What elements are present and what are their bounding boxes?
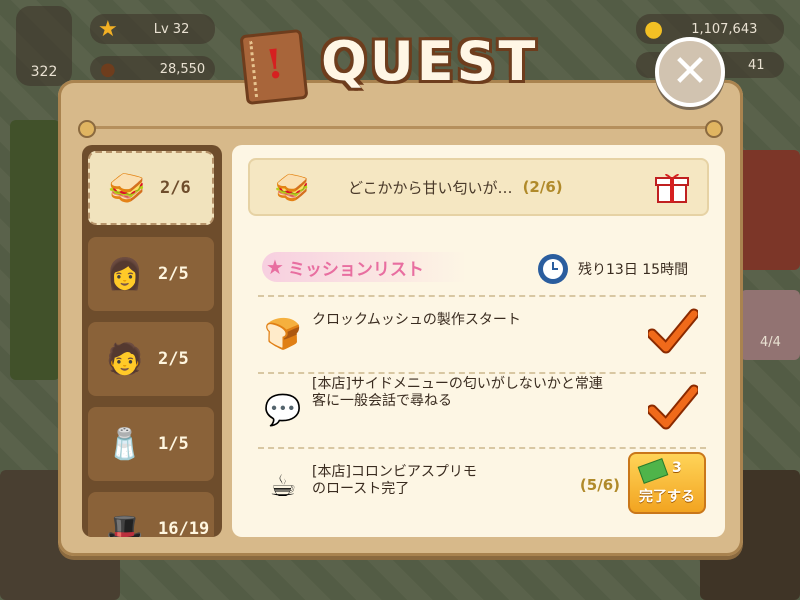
money-count: 1,107,643 xyxy=(691,21,758,37)
mission-item: ☕ [本店]コロンビアスプリモのロースト完了 (5/6) 3 完了する xyxy=(258,450,706,522)
close-icon: ✕ xyxy=(671,46,709,97)
timer-text: 残り13日 15時間 xyxy=(578,262,689,278)
coin-icon: ● xyxy=(644,16,664,42)
star-icon: ★ xyxy=(266,255,284,279)
star-icon: ★ xyxy=(98,16,118,42)
coin-count: 28,550 xyxy=(159,61,206,77)
mission-text: [本店]コロンビアスプリモのロースト完了 xyxy=(312,464,477,497)
close-button[interactable]: ✕ xyxy=(655,37,725,107)
mission-progress: (5/6) xyxy=(579,476,620,494)
quest-tab-1[interactable]: 🥪 2/6 xyxy=(88,151,214,225)
quest-tab-4[interactable]: 🧂 1/5 xyxy=(88,407,214,481)
utensil-holder-icon: 🧂 xyxy=(106,426,144,462)
rivet-left xyxy=(78,120,96,138)
quest-tab-count: 2/5 xyxy=(158,264,189,284)
coffee-bean-icon: ● xyxy=(100,58,116,80)
check-icon xyxy=(648,308,698,354)
stopwatch-icon xyxy=(538,254,568,284)
coffee-bag-icon: ☕ xyxy=(269,468,297,504)
quest-tab-5[interactable]: 🎩 16/19 xyxy=(88,492,214,537)
divider xyxy=(258,447,706,449)
quest-tab-count: 16/19 xyxy=(158,519,210,537)
mission-list-title: ミッションリスト xyxy=(287,259,424,280)
group-portrait-icon: 👩 xyxy=(106,256,144,292)
mission-item: 💬 [本店]サイドメニューの匂いがしないかと常連客に一般会話で尋ねる xyxy=(258,374,706,446)
check-icon xyxy=(648,384,698,430)
divider xyxy=(258,295,706,297)
quest-title: どこかから甘い匂いが… xyxy=(348,178,513,197)
hat-portrait-icon: 🎩 xyxy=(106,511,144,538)
popup-title-text: QUEST xyxy=(321,30,539,93)
rivet-right xyxy=(705,120,723,138)
complete-reward: 3 xyxy=(672,460,682,476)
man-portrait-icon: 🧑 xyxy=(106,341,144,377)
level-bar: ★ Lv 32 xyxy=(90,14,215,44)
mission-text: クロックムッシュの製作スタート xyxy=(312,312,521,328)
quest-tab-count: 2/6 xyxy=(160,178,191,198)
cash-icon xyxy=(637,458,669,484)
gift-icon[interactable] xyxy=(655,170,689,204)
sandwich-icon: 🥪 xyxy=(274,170,310,204)
popup-rail xyxy=(80,126,721,129)
quest-progress: (2/6) xyxy=(522,178,563,196)
mission-item: 🍞 クロックムッシュの製作スタート xyxy=(258,298,706,370)
mission-list-banner: ★ ミッションリスト xyxy=(262,252,467,282)
chat-group-icon: 💬 xyxy=(264,392,302,428)
level-label: Lv 32 xyxy=(153,21,190,37)
complete-button-label: 完了する xyxy=(639,489,695,505)
quest-tab-2[interactable]: 👩 2/5 xyxy=(88,237,214,311)
quest-sidebar: 🥪 2/6 👩 2/5 🧑 2/5 🧂 1/5 🎩 16/19 xyxy=(82,145,222,537)
gem-count: 41 xyxy=(748,57,765,73)
quest-timer: 残り13日 15時間 xyxy=(538,254,688,284)
quest-tab-3[interactable]: 🧑 2/5 xyxy=(88,322,214,396)
coin-bar: ● 28,550 xyxy=(90,56,215,82)
mission-text: [本店]サイドメニューの匂いがしないかと常連客に一般会話で尋ねる xyxy=(312,376,603,409)
popup-title: ! QUEST xyxy=(239,28,573,106)
croque-monsieur-icon: 🍞 xyxy=(264,316,302,352)
complete-button[interactable]: 3 完了する xyxy=(628,452,706,514)
quest-book-icon: ! xyxy=(239,28,309,106)
quest-tab-count: 1/5 xyxy=(158,434,189,454)
collect-badge[interactable]: 322 xyxy=(16,6,72,86)
quest-tab-count: 2/5 xyxy=(158,349,189,369)
quest-header: 🥪 どこかから甘い匂いが… (2/6) xyxy=(248,158,709,216)
sandwich-icon: 🥪 xyxy=(108,170,146,206)
collect-count: 322 xyxy=(30,64,58,80)
right-badge: 4/4 xyxy=(760,335,781,350)
money-bar: ● 1,107,643 xyxy=(636,14,784,44)
